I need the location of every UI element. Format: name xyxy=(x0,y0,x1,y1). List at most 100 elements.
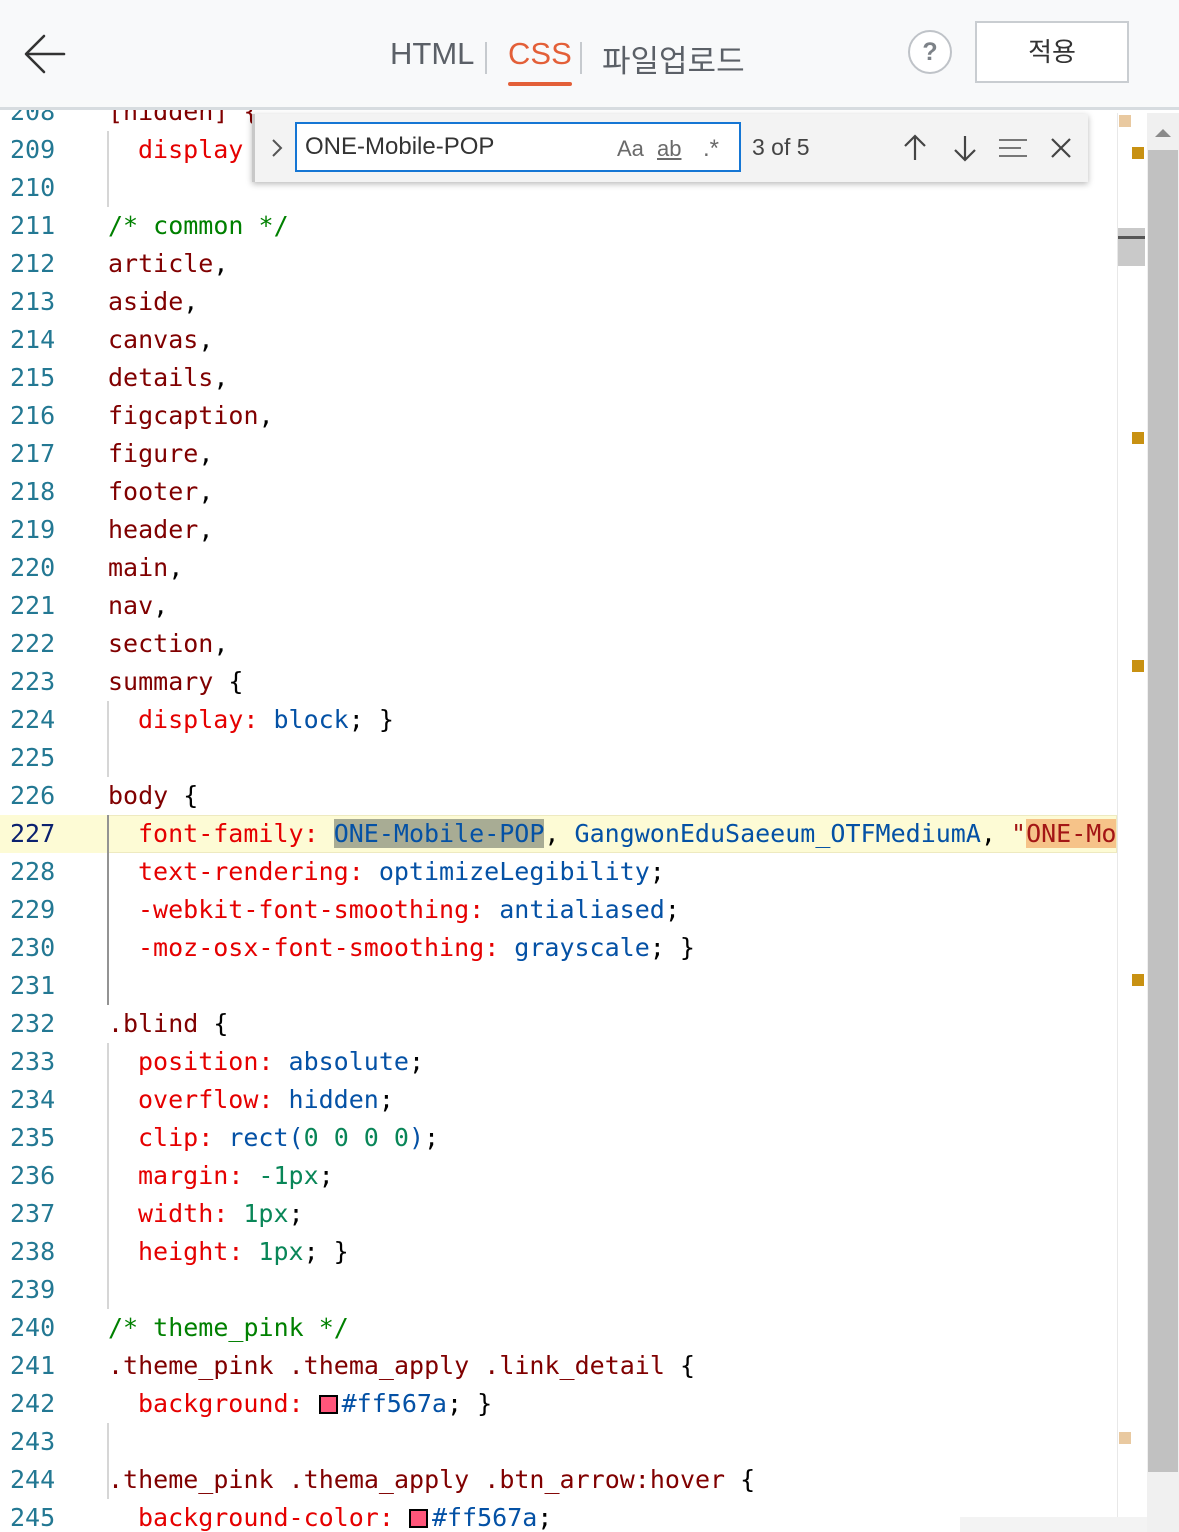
code-text: width: 1px; xyxy=(138,1195,304,1233)
code-line[interactable]: 239 xyxy=(0,1271,1117,1309)
close-icon xyxy=(1051,138,1071,158)
code-text: background-color: #ff567a; xyxy=(138,1499,552,1532)
code-line[interactable]: 241 .theme_pink .thema_apply .link_detail… xyxy=(0,1347,1117,1385)
code-token: nav xyxy=(108,591,154,620)
code-line[interactable]: 224 display: block; } xyxy=(0,701,1117,739)
code-token: , xyxy=(183,287,199,316)
code-token: 1px xyxy=(258,1237,304,1266)
code-token: canvas xyxy=(108,325,199,354)
code-line[interactable]: 214 canvas, xyxy=(0,321,1117,359)
code-line[interactable]: 244 .theme_pink .thema_apply .btn_arrow:h… xyxy=(0,1461,1117,1499)
code-token: ; xyxy=(537,1503,553,1532)
code-token: figcaption xyxy=(108,401,259,430)
code-line[interactable]: 227 font-family: ONE-Mobile-POP, GangwonE… xyxy=(0,815,1117,853)
line-number: 230 xyxy=(10,933,56,962)
code-line[interactable]: 215 details, xyxy=(0,359,1117,397)
code-token: : xyxy=(228,1237,259,1266)
code-token: .blind xyxy=(108,1009,199,1038)
code-line[interactable]: 242 background: #ff567a; } xyxy=(0,1385,1117,1423)
tab-html[interactable]: HTML xyxy=(390,36,474,72)
code-line[interactable]: 245 background-color: #ff567a; xyxy=(0,1499,1117,1532)
code-token: rect( xyxy=(228,1123,304,1152)
chevron-right-icon xyxy=(272,139,283,157)
scroll-up-button[interactable] xyxy=(1150,120,1176,146)
code-token: , xyxy=(213,363,229,392)
code-line[interactable]: 225 xyxy=(0,739,1117,777)
match-marker xyxy=(1132,660,1144,672)
code-line[interactable]: 212 article, xyxy=(0,245,1117,283)
code-text: -webkit-font-smoothing: antialiased; xyxy=(138,891,680,929)
code-token: -1px xyxy=(258,1161,319,1190)
code-token: ; xyxy=(649,857,665,886)
code-token: header xyxy=(108,515,199,544)
code-token: ; xyxy=(378,1085,394,1114)
code-line[interactable]: 217 figure, xyxy=(0,435,1117,473)
scrollbar-thumb[interactable] xyxy=(1148,150,1178,1472)
code-token: summary xyxy=(108,667,214,696)
line-number: 233 xyxy=(10,1047,56,1076)
code-token: ; } xyxy=(446,1389,493,1418)
code-text: header, xyxy=(108,511,213,549)
close-find-button[interactable] xyxy=(1043,128,1079,168)
code-token: , xyxy=(198,439,214,468)
overview-ruler[interactable] xyxy=(1117,113,1147,1532)
code-line[interactable]: 230 -moz-osx-font-smoothing: grayscale; } xyxy=(0,929,1117,967)
code-line[interactable]: 237 width: 1px; xyxy=(0,1195,1117,1233)
code-token: { xyxy=(168,781,199,810)
code-line[interactable]: 226 body { xyxy=(0,777,1117,815)
code-line[interactable]: 216 figcaption, xyxy=(0,397,1117,435)
code-text: position: absolute; xyxy=(138,1043,424,1081)
code-line[interactable]: 218 footer, xyxy=(0,473,1117,511)
code-line[interactable]: 232 .blind { xyxy=(0,1005,1117,1043)
code-token: ) xyxy=(408,1123,425,1152)
code-line[interactable]: 234 overflow: hidden; xyxy=(0,1081,1117,1119)
previous-match-button[interactable] xyxy=(897,128,933,168)
code-line[interactable]: 231 xyxy=(0,967,1117,1005)
code-token: : xyxy=(348,857,379,886)
code-token: 0 0 0 0 xyxy=(303,1123,409,1152)
code-text: canvas, xyxy=(108,321,213,359)
code-line[interactable]: 228 text-rendering: optimizeLegibility; xyxy=(0,853,1117,891)
find-match-current: ONE-Mobile-POP xyxy=(333,819,545,848)
code-editor[interactable]: 208 [hidden] {209 display 210 211 /* common *… xyxy=(0,110,1117,1532)
line-number: 225 xyxy=(10,743,56,772)
tab-css[interactable]: CSS xyxy=(508,36,572,86)
code-line[interactable]: 243 xyxy=(0,1423,1117,1461)
whole-word-option[interactable]: ab xyxy=(657,134,681,164)
code-line[interactable]: 233 position: absolute; xyxy=(0,1043,1117,1081)
code-line[interactable]: 222 section, xyxy=(0,625,1117,663)
line-number: 209 xyxy=(10,135,56,164)
apply-button[interactable]: 적용 xyxy=(975,21,1129,83)
match-case-option[interactable]: Aa xyxy=(617,134,644,164)
code-line[interactable]: 211 /* common */ xyxy=(0,207,1117,245)
code-token: : xyxy=(198,1123,229,1152)
code-token: , xyxy=(153,591,169,620)
code-token: , xyxy=(198,477,214,506)
help-button[interactable]: ? xyxy=(908,30,952,74)
code-line[interactable]: 220 main, xyxy=(0,549,1117,587)
color-swatch[interactable] xyxy=(408,1509,428,1528)
tab-file-upload[interactable]: 파일업로드 xyxy=(602,36,745,81)
code-line[interactable]: 213 aside, xyxy=(0,283,1117,321)
top-bar: HTML CSS 파일업로드 ? 적용 xyxy=(0,0,1179,110)
next-match-button[interactable] xyxy=(947,128,983,168)
code-text: font-family: ONE-Mobile-POP, GangwonEduS… xyxy=(138,815,1117,853)
code-line[interactable]: 236 margin: -1px; xyxy=(0,1157,1117,1195)
code-line[interactable]: 240 /* theme_pink */ xyxy=(0,1309,1117,1347)
regex-option[interactable]: .* xyxy=(703,134,719,164)
code-token: #ff567a xyxy=(341,1389,447,1418)
horizontal-scrollbar[interactable] xyxy=(960,1517,1147,1532)
color-swatch[interactable] xyxy=(318,1395,338,1414)
code-token: /* common */ xyxy=(108,211,289,240)
toggle-replace-button[interactable] xyxy=(265,130,289,166)
code-line[interactable]: 223 summary { xyxy=(0,663,1117,701)
code-line[interactable]: 229 -webkit-font-smoothing: antialiased; xyxy=(0,891,1117,929)
code-line[interactable]: 235 clip: rect(0 0 0 0); xyxy=(0,1119,1117,1157)
find-in-selection-button[interactable] xyxy=(995,128,1031,168)
code-text: overflow: hidden; xyxy=(138,1081,394,1119)
code-line[interactable]: 238 height: 1px; } xyxy=(0,1233,1117,1271)
find-input[interactable] xyxy=(305,132,605,162)
code-token: width xyxy=(138,1199,214,1228)
code-line[interactable]: 221 nav, xyxy=(0,587,1117,625)
code-line[interactable]: 219 header, xyxy=(0,511,1117,549)
